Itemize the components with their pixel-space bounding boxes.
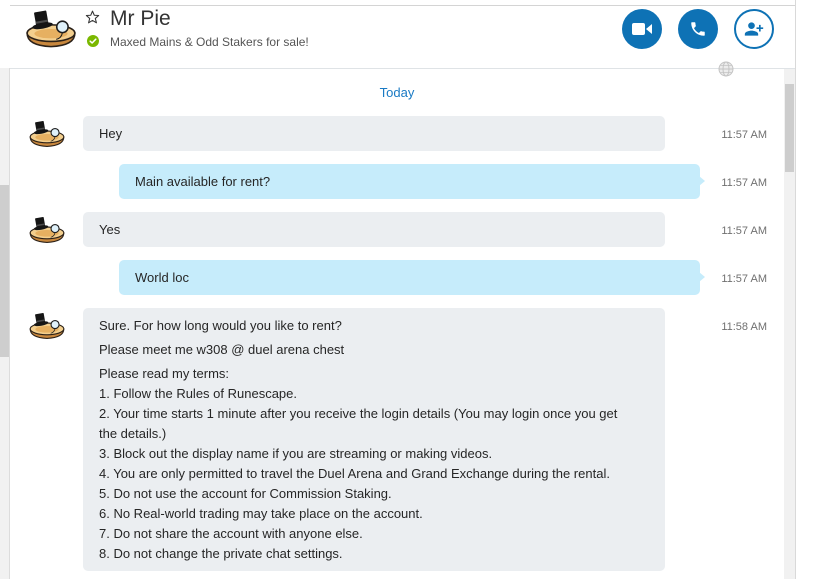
message-timestamp: 11:57 AM [721,129,767,141]
term-item: 7. Do not share the account with anyone … [99,526,363,541]
sidebar-scrollbar[interactable] [0,68,10,579]
phone-icon [689,20,707,38]
term-item: 8. Do not change the private chat settin… [99,546,343,561]
date-divider: Today [379,85,415,100]
chat-header: Mr Pie Maxed Mains & Odd Stakers for sal… [10,6,795,69]
term-item: 1. Follow the Rules of Runescape. [99,386,297,401]
chat-window: Mr Pie Maxed Mains & Odd Stakers for sal… [0,0,832,579]
message-timestamp: 11:57 AM [721,273,767,285]
message-bubble[interactable]: World loc [119,260,705,295]
message-text: Sure. For how long would you like to ren… [99,318,342,333]
incoming-message-row: Yes 11:57 AM [10,212,784,247]
message-text: Hey [99,126,123,141]
add-person-icon [744,19,764,39]
incoming-message-row: Hey 11:57 AM [10,116,784,151]
term-item: 6. No Real-world trading may take place … [99,506,423,521]
term-item: 4. You are only permitted to travel the … [99,466,610,481]
message-list: Hey 11:57 AM Main available for rent? 11:57… [10,116,784,571]
outgoing-message-row: Main available for rent? 11:57 AM [10,164,784,199]
online-check-icon [87,35,99,47]
message-bubble[interactable]: Sure. For how long would you like to ren… [83,308,665,571]
pie-avatar-icon[interactable] [24,8,78,50]
right-divider [795,0,796,579]
term-item: 2. Your time starts 1 minute after you r… [99,406,618,441]
contact-name[interactable]: Mr Pie [110,6,171,32]
mood-message: Maxed Mains & Odd Stakers for sale! [110,35,309,49]
video-call-button[interactable] [622,9,662,49]
terms-block: Please read my terms: 1. Follow the Rules… [99,364,631,564]
conversation-pane[interactable]: Today Hey 11:57 AM Main available for rent… [10,69,784,579]
conversation-scrollbar-thumb[interactable] [785,84,794,172]
message-bubble[interactable]: Hey [83,116,665,151]
message-timestamp: 11:58 AM [721,321,767,333]
incoming-message-row: Sure. For how long would you like to ren… [10,308,784,571]
terms-intro: Please read my terms: [99,366,230,381]
message-timestamp: 11:57 AM [721,225,767,237]
globe-icon[interactable] [718,61,734,77]
outgoing-message-row: World loc 11:57 AM [10,260,784,295]
message-text: Main available for rent? [135,174,271,189]
sidebar-scrollbar-thumb[interactable] [0,185,9,357]
term-item: 5. Do not use the account for Commission… [99,486,392,501]
message-text: Please meet me w308 @ duel arena chest [99,342,345,357]
message-text: World loc [135,270,189,285]
star-outline-icon[interactable] [85,10,100,25]
add-people-button[interactable] [734,9,774,49]
message-timestamp: 11:57 AM [721,177,767,189]
pie-avatar-icon[interactable] [28,119,66,149]
video-camera-icon [632,22,652,36]
audio-call-button[interactable] [678,9,718,49]
term-item: 3. Block out the display name if you are… [99,446,493,461]
pie-avatar-icon[interactable] [28,215,66,245]
conversation-scrollbar[interactable] [784,69,795,579]
pie-avatar-icon[interactable] [28,311,66,341]
message-text: Yes [99,222,121,237]
message-bubble[interactable]: Yes [83,212,665,247]
message-bubble[interactable]: Main available for rent? [119,164,705,199]
